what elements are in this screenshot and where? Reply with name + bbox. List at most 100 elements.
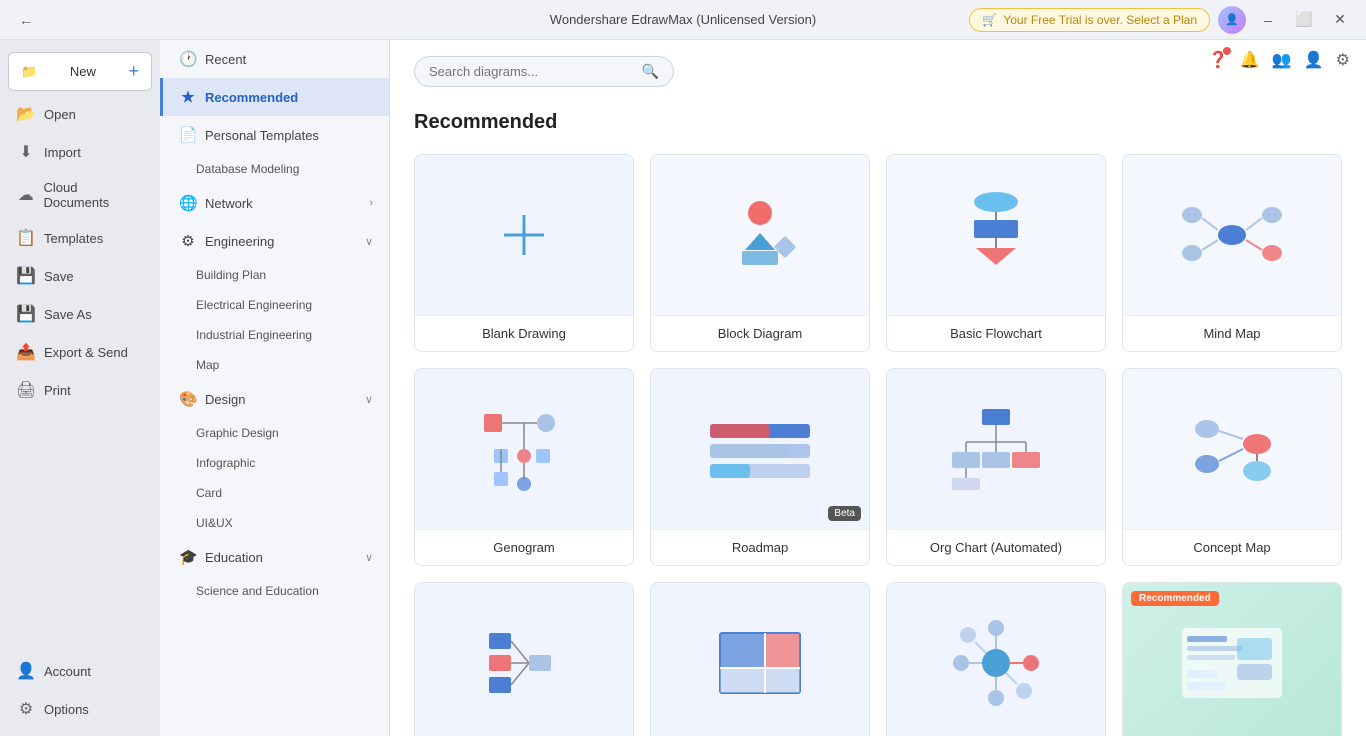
sidebar-subitem-card[interactable]: Card [160,478,389,508]
sidebar-subitem-science-education[interactable]: Science and Education [160,576,389,606]
block-diagram-icon [715,195,805,275]
sidebar-subitem-ui-ux[interactable]: UI&UX [160,508,389,538]
sidebar-subitem-building-plan[interactable]: Building Plan [160,260,389,290]
save-label: Save [44,269,74,284]
sidebar-subitem-infographic[interactable]: Infographic [160,448,389,478]
sidebar-subitem-map[interactable]: Map [160,350,389,380]
template-thumb-roadmap: Beta [651,369,869,529]
template-card-floor-plan[interactable]: Floor Plan [650,582,870,736]
edrawmind-icon [1177,618,1287,708]
export-button[interactable]: 📤 Export & Send [4,334,156,370]
template-card-concept-map[interactable]: Concept Map [1122,368,1342,566]
network-icon: 🌐 [179,194,197,212]
cloud-icon: ☁ [16,185,35,205]
roadmap-icon [705,414,815,484]
network-icon [474,623,574,703]
template-label-roadmap: Roadmap [651,529,869,565]
left-panel: 📁 New + 📂 Open ⬇ Import ☁ Cloud Document… [0,40,160,736]
back-button[interactable]: ← [12,6,40,34]
template-card-blank-drawing[interactable]: Blank Drawing [414,154,634,352]
template-thumb-concept-map [1123,369,1341,529]
plus-icon: + [128,61,139,82]
sidebar-item-recommended[interactable]: ★ Recommended [160,78,389,116]
save-button[interactable]: 💾 Save [4,258,156,294]
education-icon: 🎓 [179,548,197,566]
floorplan-icon [710,623,810,703]
templates-icon: 📋 [16,228,36,248]
sidebar-item-personal-templates[interactable]: 📄 Personal Templates [160,116,389,154]
design-chevron-icon: ∨ [365,393,373,406]
design-icon: 🎨 [179,390,197,408]
import-icon: ⬇ [16,142,36,162]
sidebar-engineering-label: Engineering [205,234,274,249]
sidebar-item-engineering[interactable]: ⚙ Engineering ∨ [160,222,389,260]
sidebar-recommended-label: Recommended [205,90,298,105]
search-input-wrap[interactable]: 🔍 [414,56,674,87]
template-label-blank-drawing: Blank Drawing [415,315,633,351]
cloud-label: Cloud Documents [43,180,144,210]
user-menu-icon[interactable]: 👤 [1304,50,1324,70]
new-button[interactable]: 📁 New + [8,52,152,91]
network-chevron-icon: › [369,197,373,209]
titlebar-right: 🛒 Your Free Trial is over. Select a Plan… [969,6,1354,34]
template-card-basic-network[interactable]: Basic Network Diagram [414,582,634,736]
sidebar-item-design[interactable]: 🎨 Design ∨ [160,380,389,418]
template-card-circle-spoke[interactable]: Circle-Spoke Diagram [886,582,1106,736]
template-card-genogram[interactable]: Genogram [414,368,634,566]
sidebar-design-label: Design [205,392,245,407]
options-label: Options [44,702,89,717]
engineering-chevron-icon: ∨ [365,235,373,248]
genogram-icon [474,404,574,494]
template-label-concept-map: Concept Map [1123,529,1341,565]
save-as-button[interactable]: 💾 Save As [4,296,156,332]
template-thumb-org-chart [887,369,1105,529]
print-button[interactable]: 🖨 Print [4,372,156,408]
template-label-mind-map: Mind Map [1123,315,1341,351]
template-grid: Blank Drawing Block Diagram [414,154,1342,736]
search-input[interactable] [429,64,642,79]
options-button[interactable]: ⚙ Options [4,691,156,727]
personal-templates-icon: 📄 [179,126,197,144]
open-icon: 📂 [16,104,36,124]
options-icon: ⚙ [16,699,36,719]
open-button[interactable]: 📂 Open [4,96,156,132]
community-icon[interactable]: 👥 [1272,50,1292,70]
import-button[interactable]: ⬇ Import [4,134,156,170]
template-card-mind-map[interactable]: Mind Map [1122,154,1342,352]
cloud-button[interactable]: ☁ Cloud Documents [4,172,156,218]
avatar[interactable]: 👤 [1218,6,1246,34]
sidebar-subitem-graphic-design[interactable]: Graphic Design [160,418,389,448]
sidebar-item-education[interactable]: 🎓 Education ∨ [160,538,389,576]
templates-button[interactable]: 📋 Templates [4,220,156,256]
close-button[interactable]: ✕ [1326,6,1354,34]
sidebar-subitem-electrical-engineering[interactable]: Electrical Engineering [160,290,389,320]
sidebar-subitem-database-modeling[interactable]: Database Modeling [160,154,389,184]
maximize-button[interactable]: ⬜ [1290,6,1318,34]
template-card-org-chart[interactable]: Org Chart (Automated) [886,368,1106,566]
conceptmap-icon [1177,409,1287,489]
trial-banner[interactable]: 🛒 Your Free Trial is over. Select a Plan [969,8,1210,32]
save-as-label: Save As [44,307,92,322]
save-icon: 💾 [16,266,36,286]
template-thumb-floor-plan [651,583,869,736]
template-card-roadmap[interactable]: Beta Roadmap [650,368,870,566]
settings-icon[interactable]: ⚙ [1336,50,1350,70]
sidebar-subitem-industrial-engineering[interactable]: Industrial Engineering [160,320,389,350]
sidebar-item-network[interactable]: 🌐 Network › [160,184,389,222]
minimize-button[interactable]: – [1254,6,1282,34]
sidebar: 🕐 Recent ★ Recommended 📄 Personal Templa… [160,40,390,736]
topbar-icons: ❓ 🔔 👥 👤 ⚙ [1208,50,1350,70]
sidebar-recent-label: Recent [205,52,246,67]
trial-text: Your Free Trial is over. Select a Plan [1003,13,1197,27]
template-card-block-diagram[interactable]: Block Diagram [650,154,870,352]
sidebar-item-recent[interactable]: 🕐 Recent [160,40,389,78]
help-icon[interactable]: ❓ [1208,50,1228,70]
notification-icon[interactable]: 🔔 [1240,50,1260,70]
database-modeling-label: Database Modeling [196,162,299,176]
recent-icon: 🕐 [179,50,197,68]
template-label-basic-flowchart: Basic Flowchart [887,315,1105,351]
account-button[interactable]: 👤 Account [4,653,156,689]
section-title: Recommended [414,111,1342,134]
template-card-edrawmind[interactable]: Recommended [1122,582,1342,736]
template-card-basic-flowchart[interactable]: Basic Flowchart [886,154,1106,352]
